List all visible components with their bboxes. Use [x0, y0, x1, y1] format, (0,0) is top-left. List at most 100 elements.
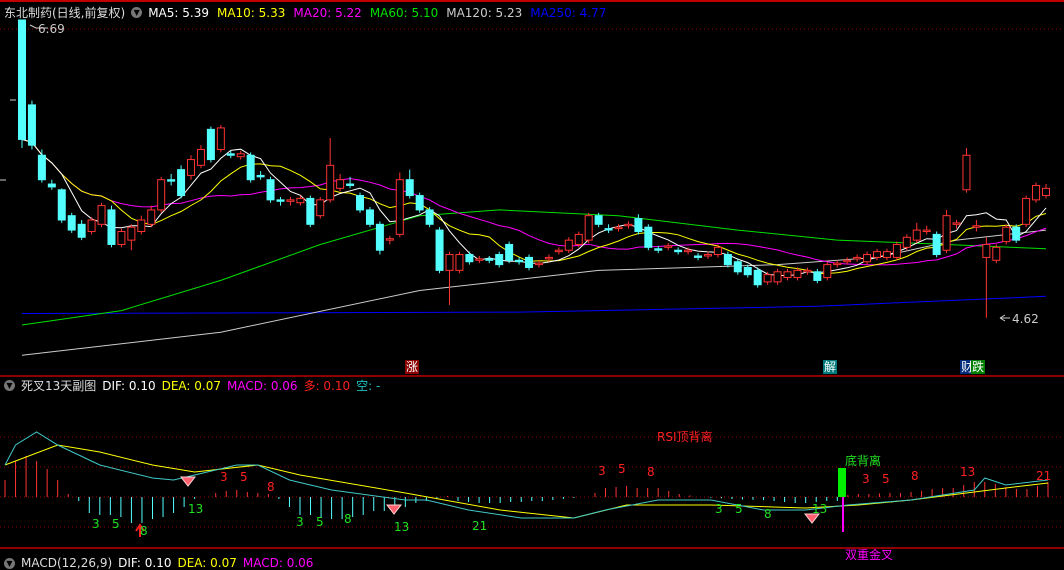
candle-down [465, 254, 474, 263]
candle-down [365, 209, 374, 225]
candle-up [147, 209, 156, 225]
dea-line [4, 444, 1049, 519]
candle-up [952, 222, 961, 225]
candle-up [872, 251, 881, 258]
candle-down [485, 258, 494, 261]
candle-down [37, 154, 46, 181]
candle-down [177, 169, 186, 197]
candle-up [127, 226, 136, 241]
fib-count-label: 3 [220, 470, 228, 484]
signal-jie[interactable]: 解 [823, 360, 838, 374]
candle-up [773, 271, 782, 283]
candle-up [196, 148, 205, 166]
candle-up [296, 197, 305, 204]
candle-up [87, 219, 96, 233]
fib-count-label: 8 [267, 480, 275, 494]
candle-down [47, 183, 56, 188]
candles [18, 19, 1050, 318]
fib-count-label: 8 [647, 465, 655, 479]
candle-up [584, 215, 593, 241]
candle-down [604, 228, 613, 231]
fib-count-label: 8 [764, 507, 772, 521]
candle-up [863, 254, 872, 263]
candle-up [614, 226, 623, 230]
candle-down [495, 254, 504, 266]
candle-down [644, 226, 653, 248]
fib-count-label: 5 [316, 515, 324, 529]
candle-up [803, 269, 812, 273]
rsi-top-divergence-label: RSI顶背离 [657, 430, 713, 444]
dif-value: DIF: 0.10 [102, 378, 156, 393]
candle-down [226, 153, 235, 156]
macd-value: MACD: 0.06 [242, 556, 314, 570]
candle-up [564, 239, 573, 251]
candle-up [972, 225, 981, 228]
candle-down [167, 179, 176, 182]
candle-up [137, 219, 146, 233]
candle-down [27, 104, 36, 146]
chevron-down-icon[interactable]: ▼ [131, 7, 143, 18]
candle-down [733, 261, 742, 273]
candle-down [18, 19, 26, 140]
candle-up [823, 264, 832, 279]
candle-down [425, 209, 434, 225]
candle-up [97, 205, 106, 225]
candle-up [445, 254, 454, 271]
candle-up [912, 229, 921, 241]
candle-down [1012, 226, 1021, 241]
ma-legend-item: MA250: 4.77 [530, 5, 607, 20]
fib-count-label: 13 [394, 520, 410, 534]
chevron-down-icon[interactable]: ▼ [4, 380, 15, 391]
candle-up [684, 249, 693, 253]
kline-chart[interactable] [0, 0, 1064, 565]
candle-up [833, 262, 842, 266]
sub-header: ▼ 死叉13天副图 DIF: 0.10 DEA: 0.07 MACD: 0.06… [4, 377, 380, 394]
bottom-divergence-label: 底背离 [845, 454, 882, 468]
fib-count-label: 5 [240, 470, 248, 484]
fib-count-label: 21 [472, 519, 488, 533]
signal-die[interactable]: 跌 [971, 360, 986, 374]
fib-count-label: 5 [112, 517, 120, 531]
candle-up [1032, 184, 1041, 201]
candle-up [992, 246, 1001, 261]
candle-up [783, 271, 792, 279]
candle-up [187, 159, 196, 176]
candle-down [276, 199, 285, 202]
ma-legend-item: MA10: 5.33 [216, 5, 286, 20]
candle-down [306, 197, 315, 225]
candle-down [674, 249, 683, 253]
candle-up [554, 249, 563, 253]
candle-down [266, 179, 275, 201]
candle-up [534, 262, 543, 266]
candle-up [236, 153, 245, 158]
ma250-line [21, 295, 1047, 314]
candle-down [415, 195, 424, 211]
candle-up [703, 254, 712, 257]
candle-up [157, 179, 166, 211]
macd-title[interactable]: MACD(12,26,9) [21, 556, 112, 570]
candle-down [107, 209, 116, 245]
fib-count-label: 5 [882, 472, 890, 486]
candle-down [743, 266, 752, 276]
ma-legend-item: MA5: 5.39 [148, 5, 209, 20]
candle-up [475, 258, 484, 261]
candle-up [624, 223, 633, 227]
ma-lines [21, 138, 1047, 356]
stock-title[interactable]: 东北制药(日线,前复权) [4, 4, 125, 21]
fib-count-label: 3 [598, 464, 606, 478]
dea-value: DEA: 0.07 [161, 378, 222, 393]
candle-up [395, 179, 404, 235]
candle-down [375, 223, 384, 251]
ma-legend-item: MA60: 5.10 [369, 5, 439, 20]
macd-value: MACD: 0.06 [227, 378, 298, 393]
candle-down [515, 259, 524, 263]
chevron-down-icon[interactable]: ▼ [4, 557, 15, 569]
candle-up [544, 256, 553, 260]
candle-down [67, 215, 76, 231]
sub-title[interactable]: 死叉13天副图 [21, 377, 96, 394]
macd-panel [4, 431, 1049, 537]
candle-down [405, 179, 414, 197]
signal-zhang[interactable]: 涨 [405, 360, 420, 374]
candle-up [216, 127, 225, 150]
candle-up [882, 251, 891, 258]
